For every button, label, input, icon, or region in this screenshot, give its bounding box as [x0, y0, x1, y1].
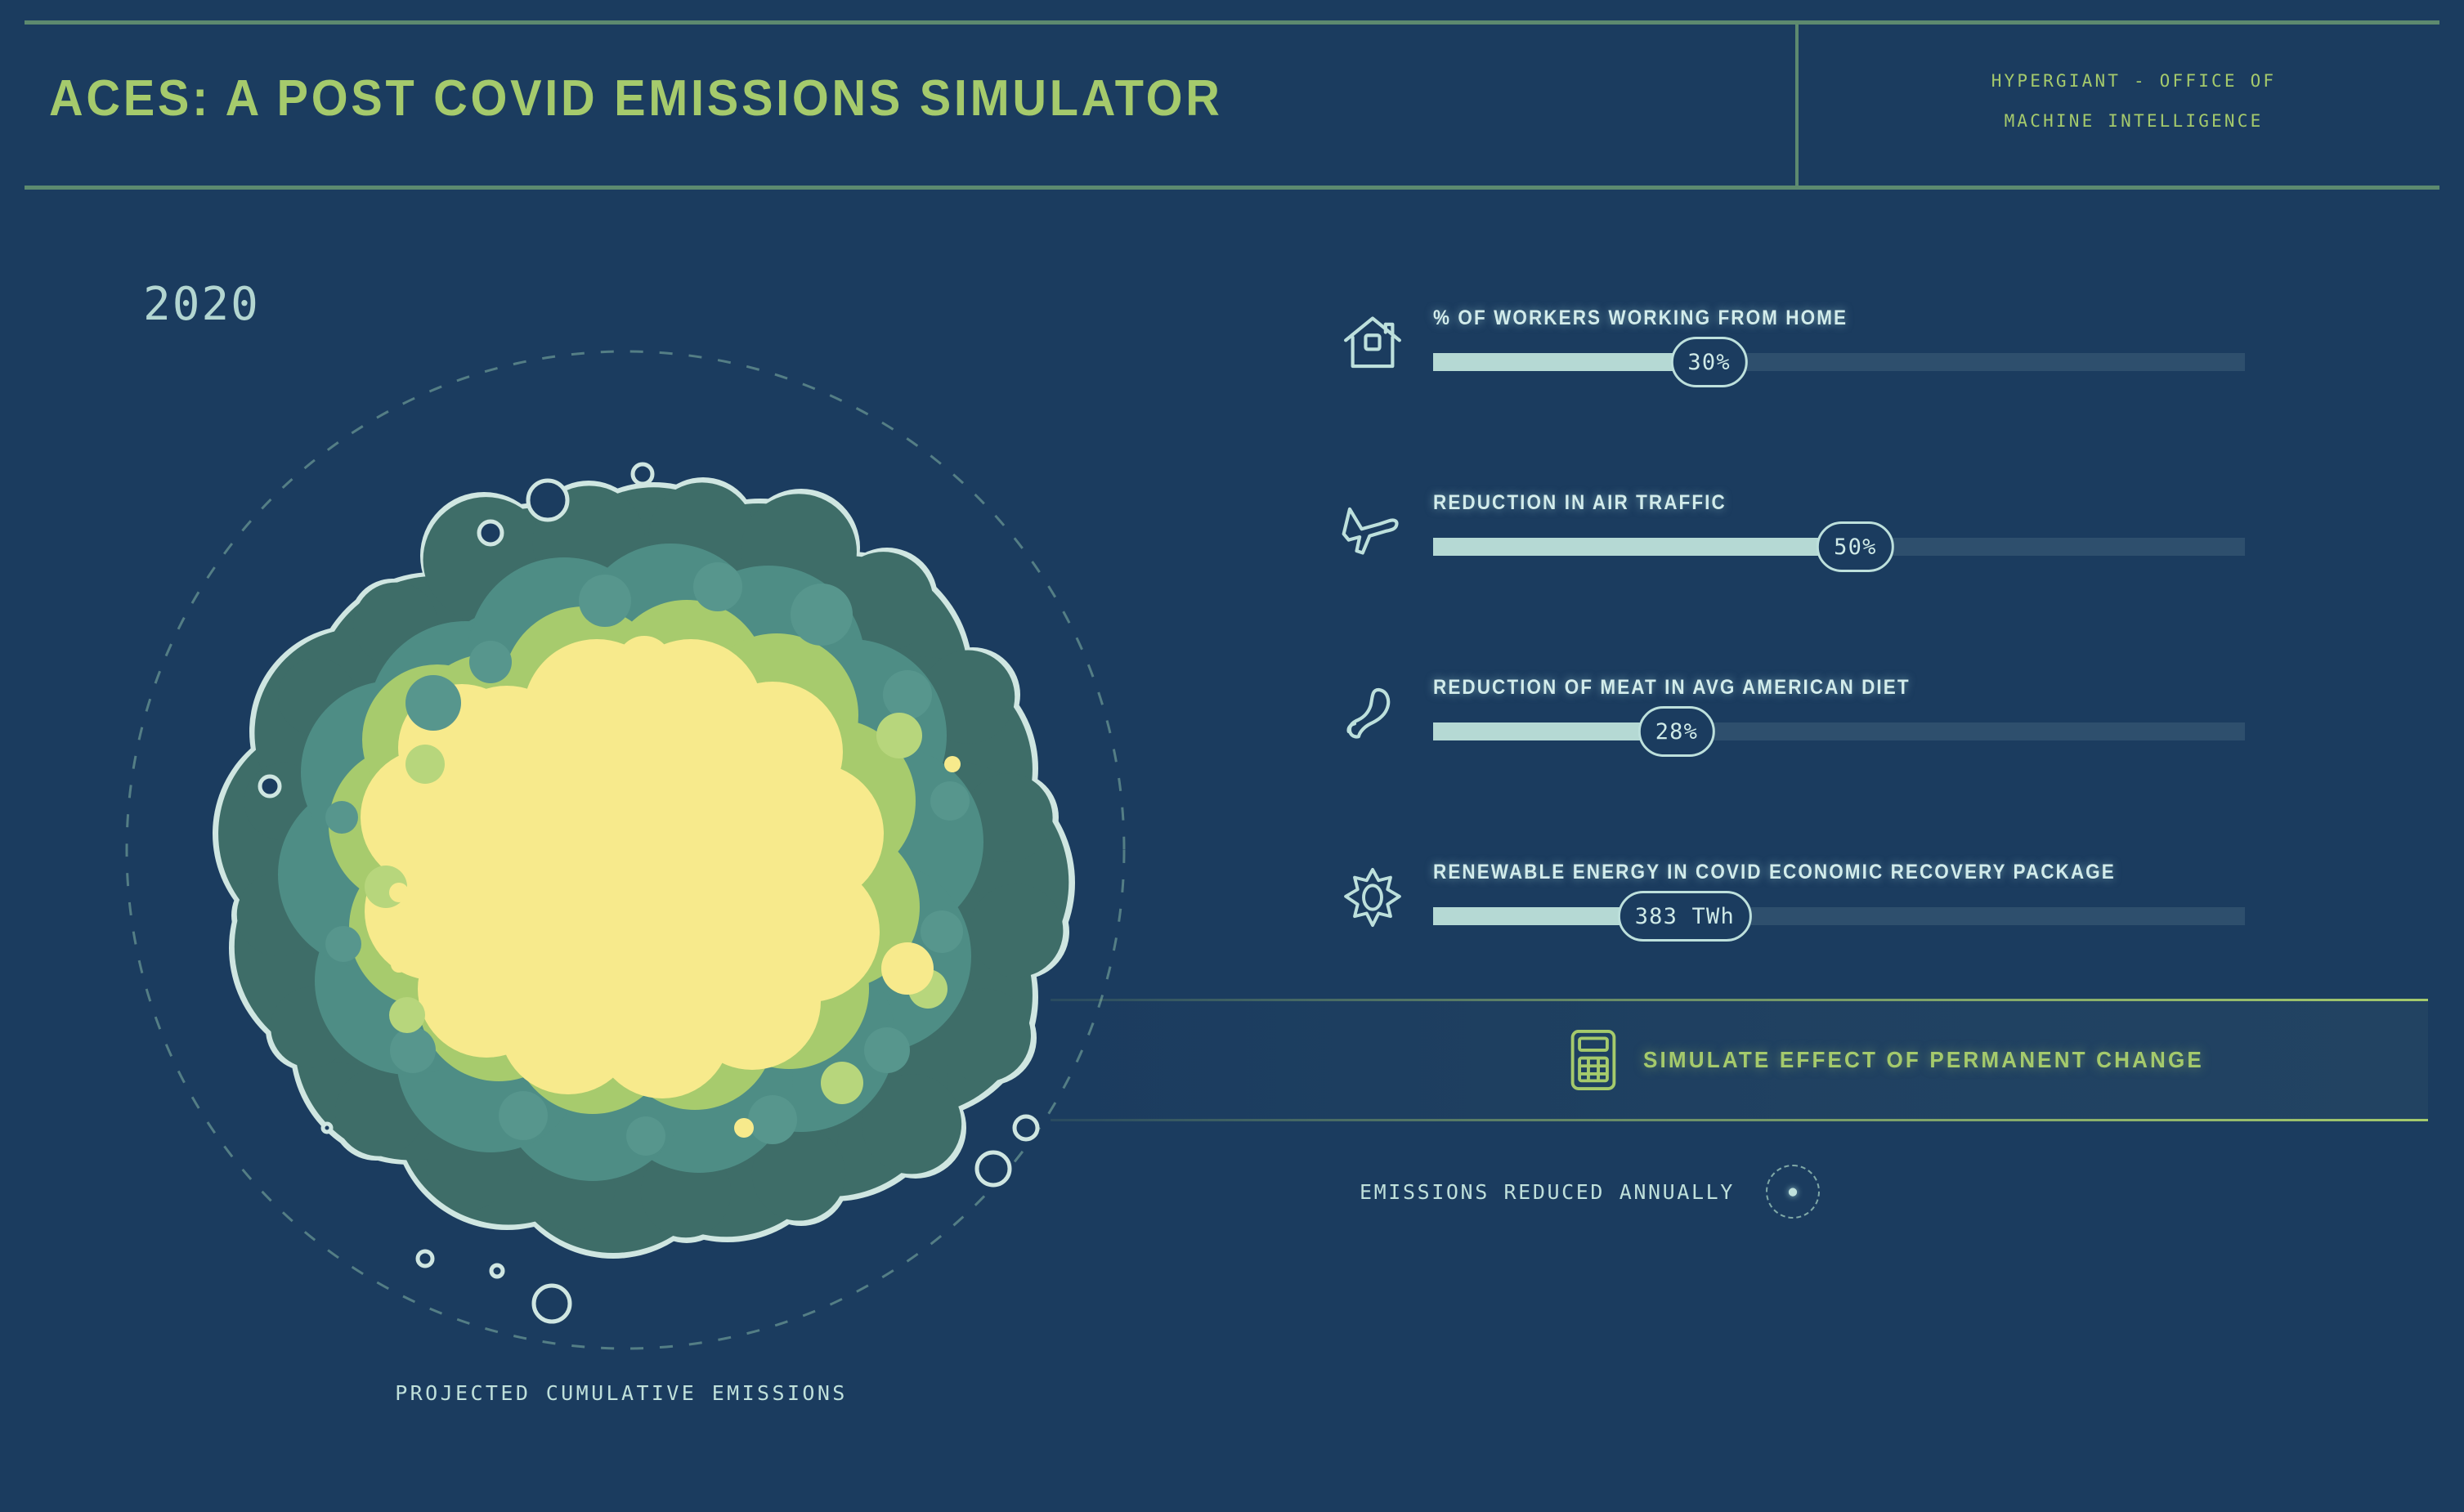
control-label: REDUCTION OF MEAT IN AVG AMERICAN DIET [1433, 676, 1911, 699]
emissions-readout-bubble: ● [1765, 1165, 1820, 1219]
control-air-traffic: REDUCTION IN AIR TRAFFIC 50% [1341, 491, 2256, 584]
simulate-button-label: SIMULATE EFFECT OF PERMANENT CHANGE [1643, 1047, 2204, 1072]
meat-icon [1341, 681, 1404, 745]
slider-work-from-home[interactable]: 30% [1433, 337, 2245, 387]
calculator-icon [1570, 1028, 1617, 1092]
slider-thumb[interactable]: 30% [1670, 337, 1748, 387]
control-label: RENEWABLE ENERGY IN COVID ECONOMIC RECOV… [1433, 861, 2116, 883]
slider-air-traffic[interactable]: 50% [1433, 521, 2245, 572]
simulate-permanent-change-button[interactable]: SIMULATE EFFECT OF PERMANENT CHANGE [1570, 1025, 2247, 1095]
page-title: ACES: A POST COVID EMISSIONS SIMULATOR [49, 70, 1223, 127]
sun-gear-icon [1341, 866, 1404, 929]
header-divider-vertical [1795, 25, 1799, 186]
control-label: % OF WORKERS WORKING FROM HOME [1433, 306, 1848, 329]
app-root: ACES: A POST COVID EMISSIONS SIMULATOR H… [0, 0, 2464, 1512]
header-rule-bottom [25, 186, 2439, 190]
emissions-blob-visualization [82, 311, 1185, 1357]
slider-fill [1433, 353, 1709, 371]
control-meat-reduction: REDUCTION OF MEAT IN AVG AMERICAN DIET 2… [1341, 676, 2256, 768]
visualization-caption: PROJECTED CUMULATIVE EMISSIONS [395, 1381, 848, 1405]
simulate-rule-top [1051, 999, 2428, 1001]
slider-renewable-energy[interactable]: 383 TWh [1433, 891, 2245, 942]
slider-thumb[interactable]: 28% [1637, 706, 1716, 757]
organization-line-1: HYPERGIANT - OFFICE OF [1991, 71, 2277, 91]
organization-credit: HYPERGIANT - OFFICE OF MACHINE INTELLIGE… [1815, 61, 2453, 141]
emissions-readout-label: EMISSIONS REDUCED ANNUALLY [1360, 1179, 1735, 1204]
simulate-rule-bottom [1051, 1119, 2428, 1121]
control-work-from-home: % OF WORKERS WORKING FROM HOME 30% [1341, 306, 2256, 399]
emissions-readout: EMISSIONS REDUCED ANNUALLY ● [1360, 1165, 1820, 1219]
header-rule-top [25, 20, 2439, 25]
control-renewable-energy: RENEWABLE ENERGY IN COVID ECONOMIC RECOV… [1341, 861, 2256, 953]
slider-meat-reduction[interactable]: 28% [1433, 706, 2245, 757]
organization-line-2: MACHINE INTELLIGENCE [2004, 111, 2264, 131]
airplane-icon [1341, 496, 1404, 560]
slider-thumb[interactable]: 383 TWh [1617, 891, 1752, 942]
slider-fill [1433, 538, 1856, 556]
emissions-readout-value: ● [1788, 1183, 1798, 1200]
home-icon [1341, 311, 1404, 375]
simulate-band: SIMULATE EFFECT OF PERMANENT CHANGE [1051, 999, 2428, 1121]
simulation-controls: % OF WORKERS WORKING FROM HOME 30% REDUC… [1341, 306, 2256, 953]
slider-thumb[interactable]: 50% [1817, 521, 1894, 572]
control-label: REDUCTION IN AIR TRAFFIC [1433, 491, 1727, 514]
